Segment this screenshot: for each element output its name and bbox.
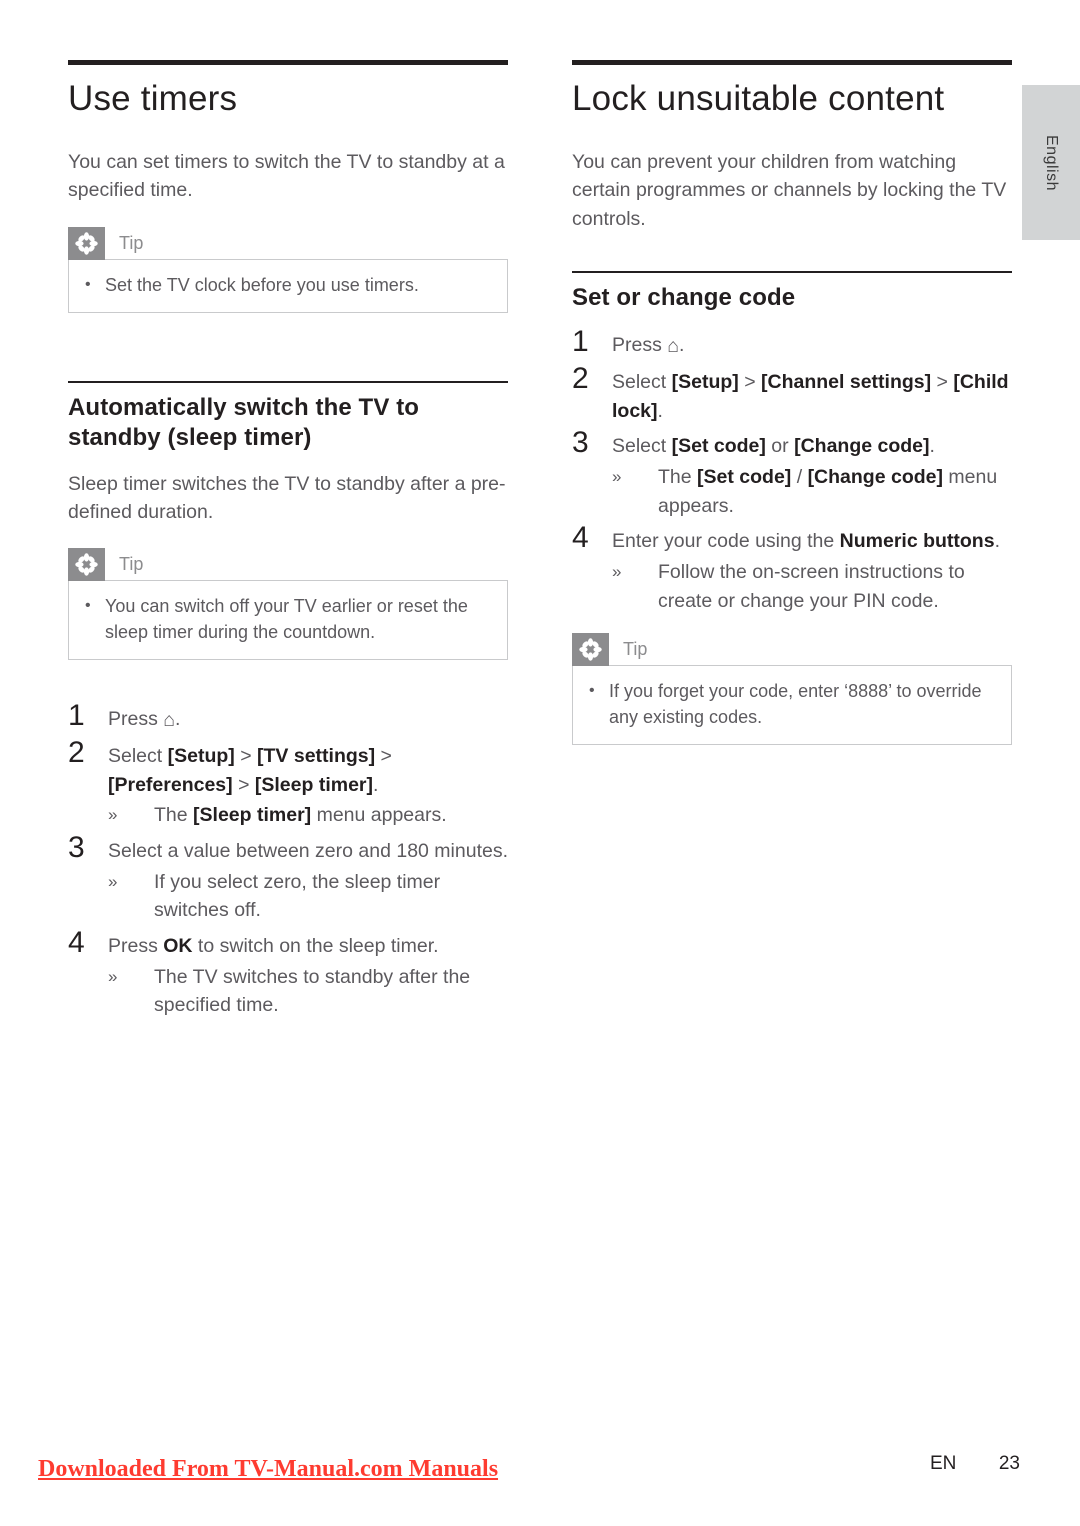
step-number: 4 <box>68 926 85 960</box>
sub-step-marker-icon: » <box>108 871 118 891</box>
step-number: 4 <box>572 521 589 555</box>
tip-body: • You can switch off your TV earlier or … <box>68 580 508 661</box>
step-text: Press ⌂. <box>108 700 508 735</box>
step-text: Select [Setup] > [TV settings] > [Prefer… <box>108 745 392 796</box>
tip-label: Tip <box>119 554 144 575</box>
home-icon: ⌂ <box>667 335 680 358</box>
right-column: Lock unsuitable content You can prevent … <box>572 60 1012 755</box>
language-side-tab: English <box>1022 85 1080 240</box>
intro-paragraph: You can set timers to switch the TV to s… <box>68 151 505 202</box>
sub-step: » The [Set code] / [Change code] menu app… <box>612 463 1012 520</box>
asterisk-icon <box>68 548 105 582</box>
tip-header: Tip <box>68 548 508 582</box>
procedure-step: 4 Press OK to switch on the sleep timer. <box>68 926 508 961</box>
sub-step-marker-icon: » <box>108 966 118 986</box>
step-number: 3 <box>572 426 589 460</box>
intro-paragraph: You can prevent your children from watch… <box>572 151 1007 230</box>
tip-item-text: If you forget your code, enter ‘8888’ to… <box>609 681 982 727</box>
subsection-title: Set or change code <box>572 283 796 311</box>
section-title: Automatically switch the TV to standby (… <box>68 394 420 451</box>
procedure-step: 1 Press ⌂. <box>68 700 508 735</box>
left-column: Use timers You can set timers to switch … <box>68 60 508 1022</box>
page-title: Use timers <box>68 79 238 118</box>
sub-step-marker-icon: » <box>108 805 118 825</box>
page-marker: EN 23 <box>930 1453 1020 1475</box>
sub-step-text: The [Sleep timer] menu appears. <box>154 804 447 827</box>
tip-body: • Set the TV clock before you use timers… <box>68 258 508 314</box>
page-title: Lock unsuitable content <box>572 79 945 118</box>
chapter-rule <box>572 60 1012 65</box>
tip-item-text: Set the TV clock before you use timers. <box>105 274 419 295</box>
tip-body: • If you forget your code, enter ‘8888’ … <box>572 665 1012 746</box>
tip-list-item: • If you forget your code, enter ‘8888’ … <box>589 679 993 730</box>
tip-item-text: You can switch off your TV earlier or re… <box>105 596 468 642</box>
home-icon: ⌂ <box>163 709 176 732</box>
procedure-step: 3 Select a value between zero and 180 min… <box>68 831 509 866</box>
step-text: Enter your code using the Numeric button… <box>612 530 1000 553</box>
sub-step: » The TV switches to standby after the sp… <box>108 963 508 1020</box>
tip-label: Tip <box>623 639 648 660</box>
tip-header: Tip <box>68 226 508 260</box>
section-intro: Sleep timer switches the TV to standby a… <box>68 472 506 524</box>
sub-step-marker-icon: » <box>612 561 622 581</box>
procedure-step: 2 Select [Setup] > [Channel settings] > [… <box>572 361 1012 425</box>
language-code: EN <box>930 1453 957 1474</box>
tip-list-item: • You can switch off your TV earlier or … <box>85 594 489 645</box>
procedure-steps-left: 1 Press ⌂. 2 Select [Setup] > [TV settings]… <box>68 700 508 1020</box>
page-number: 23 <box>998 1453 1020 1474</box>
step-number: 1 <box>572 325 589 359</box>
step-number: 1 <box>68 699 85 733</box>
bullet-icon: • <box>85 275 91 293</box>
tip-header: Tip <box>572 633 1012 667</box>
subsection-rule <box>572 270 1012 273</box>
step-text: Press ⌂. <box>612 326 1012 361</box>
procedure-steps-right: 1 Press ⌂. 2 Select [Setup] > [Channel sett… <box>572 325 1012 615</box>
sub-step-text: The [Set code] / [Change code] menu appe… <box>658 465 998 517</box>
bullet-icon: • <box>85 597 91 615</box>
chapter-rule <box>68 60 508 65</box>
bullet-icon: • <box>589 682 595 700</box>
procedure-step: 3 Select [Set code] or [Change code]. <box>572 426 1012 461</box>
step-number: 2 <box>572 361 589 395</box>
sub-step: » Follow the on-screen instructions to cr… <box>612 558 1012 615</box>
sub-step: » The [Sleep timer] menu appears. <box>108 801 508 830</box>
step-text: Select [Setup] > [Channel settings] > [C… <box>612 370 1009 422</box>
sub-step-text: If you select zero, the sleep timer swit… <box>154 870 441 922</box>
step-number: 3 <box>68 831 85 865</box>
sub-step: » If you select zero, the sleep timer swi… <box>108 868 508 925</box>
sub-step-text: The TV switches to standby after the spe… <box>154 965 471 1017</box>
tip-list-item: • Set the TV clock before you use timers… <box>85 273 489 299</box>
step-text: Select a value between zero and 180 minu… <box>108 840 509 863</box>
step-text: Press OK to switch on the sleep timer. <box>108 935 439 958</box>
step-text: Select [Set code] or [Change code]. <box>612 435 935 458</box>
manual-page: English Use timers You can set timers to… <box>0 0 1080 1526</box>
step-number: 2 <box>68 736 85 770</box>
asterisk-icon <box>68 226 105 260</box>
tip-box: Tip • You can switch off your TV earlier… <box>68 548 508 661</box>
tip-box: Tip • If you forget your code, enter ‘88… <box>572 633 1012 746</box>
asterisk-icon <box>572 633 609 667</box>
tip-box: Tip • Set the TV clock before you use ti… <box>68 226 508 314</box>
section-rule <box>68 381 508 384</box>
tip-label: Tip <box>119 232 144 253</box>
procedure-step: 2 Select [Setup] > [TV settings] > [Prefe… <box>68 736 508 799</box>
procedure-step: 1 Press ⌂. <box>572 325 1012 361</box>
procedure-step: 4 Enter your code using the Numeric butto… <box>572 521 1012 556</box>
language-tab-label: English <box>1043 134 1060 191</box>
sub-step-text: Follow the on-screen instructions to cre… <box>658 560 965 612</box>
watermark-link[interactable]: Downloaded From TV-Manual.com Manuals <box>38 1456 498 1483</box>
sub-step-marker-icon: » <box>612 466 622 486</box>
